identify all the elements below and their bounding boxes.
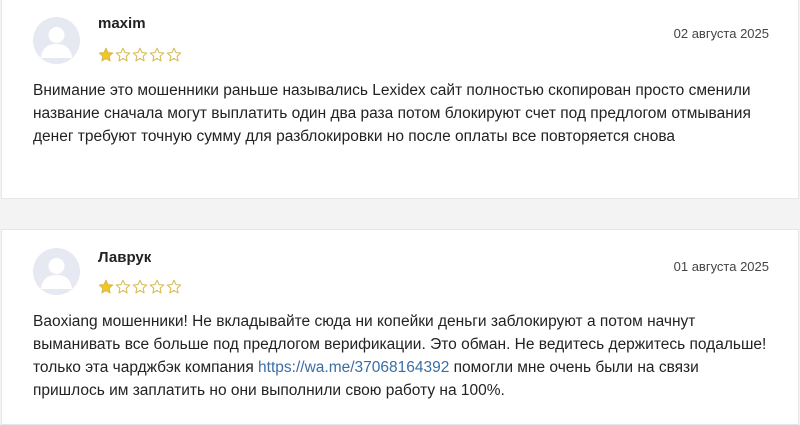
review-date: 02 августа 2025 [673, 26, 769, 41]
star-empty-icon [132, 47, 148, 62]
review-text: Baoxiang мошенники! Не вкладывайте сюда … [33, 310, 773, 402]
review-author: Лаврук [98, 249, 152, 266]
star-empty-icon [115, 47, 131, 62]
avatar [33, 17, 80, 64]
avatar [33, 248, 80, 295]
star-empty-icon [115, 279, 131, 294]
review-card: maxim 02 августа 2025 Внимание это мошен… [1, 0, 799, 199]
review-author: maxim [98, 15, 146, 32]
star-filled-icon [98, 47, 114, 62]
star-empty-icon [149, 47, 165, 62]
star-rating [98, 279, 182, 295]
star-rating [98, 47, 182, 63]
review-date: 01 августа 2025 [673, 259, 769, 274]
user-silhouette-icon [41, 258, 72, 289]
star-empty-icon [166, 279, 182, 294]
star-filled-icon [98, 279, 114, 294]
user-silhouette-icon [41, 27, 72, 58]
star-empty-icon [166, 47, 182, 62]
review-link[interactable]: https://wa.me/37068164392 [258, 359, 449, 376]
review-text: Внимание это мошенники раньше назывались… [33, 82, 751, 145]
star-empty-icon [149, 279, 165, 294]
star-empty-icon [132, 279, 148, 294]
review-card: Лаврук 01 августа 2025 Baoxiang мошенник… [1, 229, 799, 425]
